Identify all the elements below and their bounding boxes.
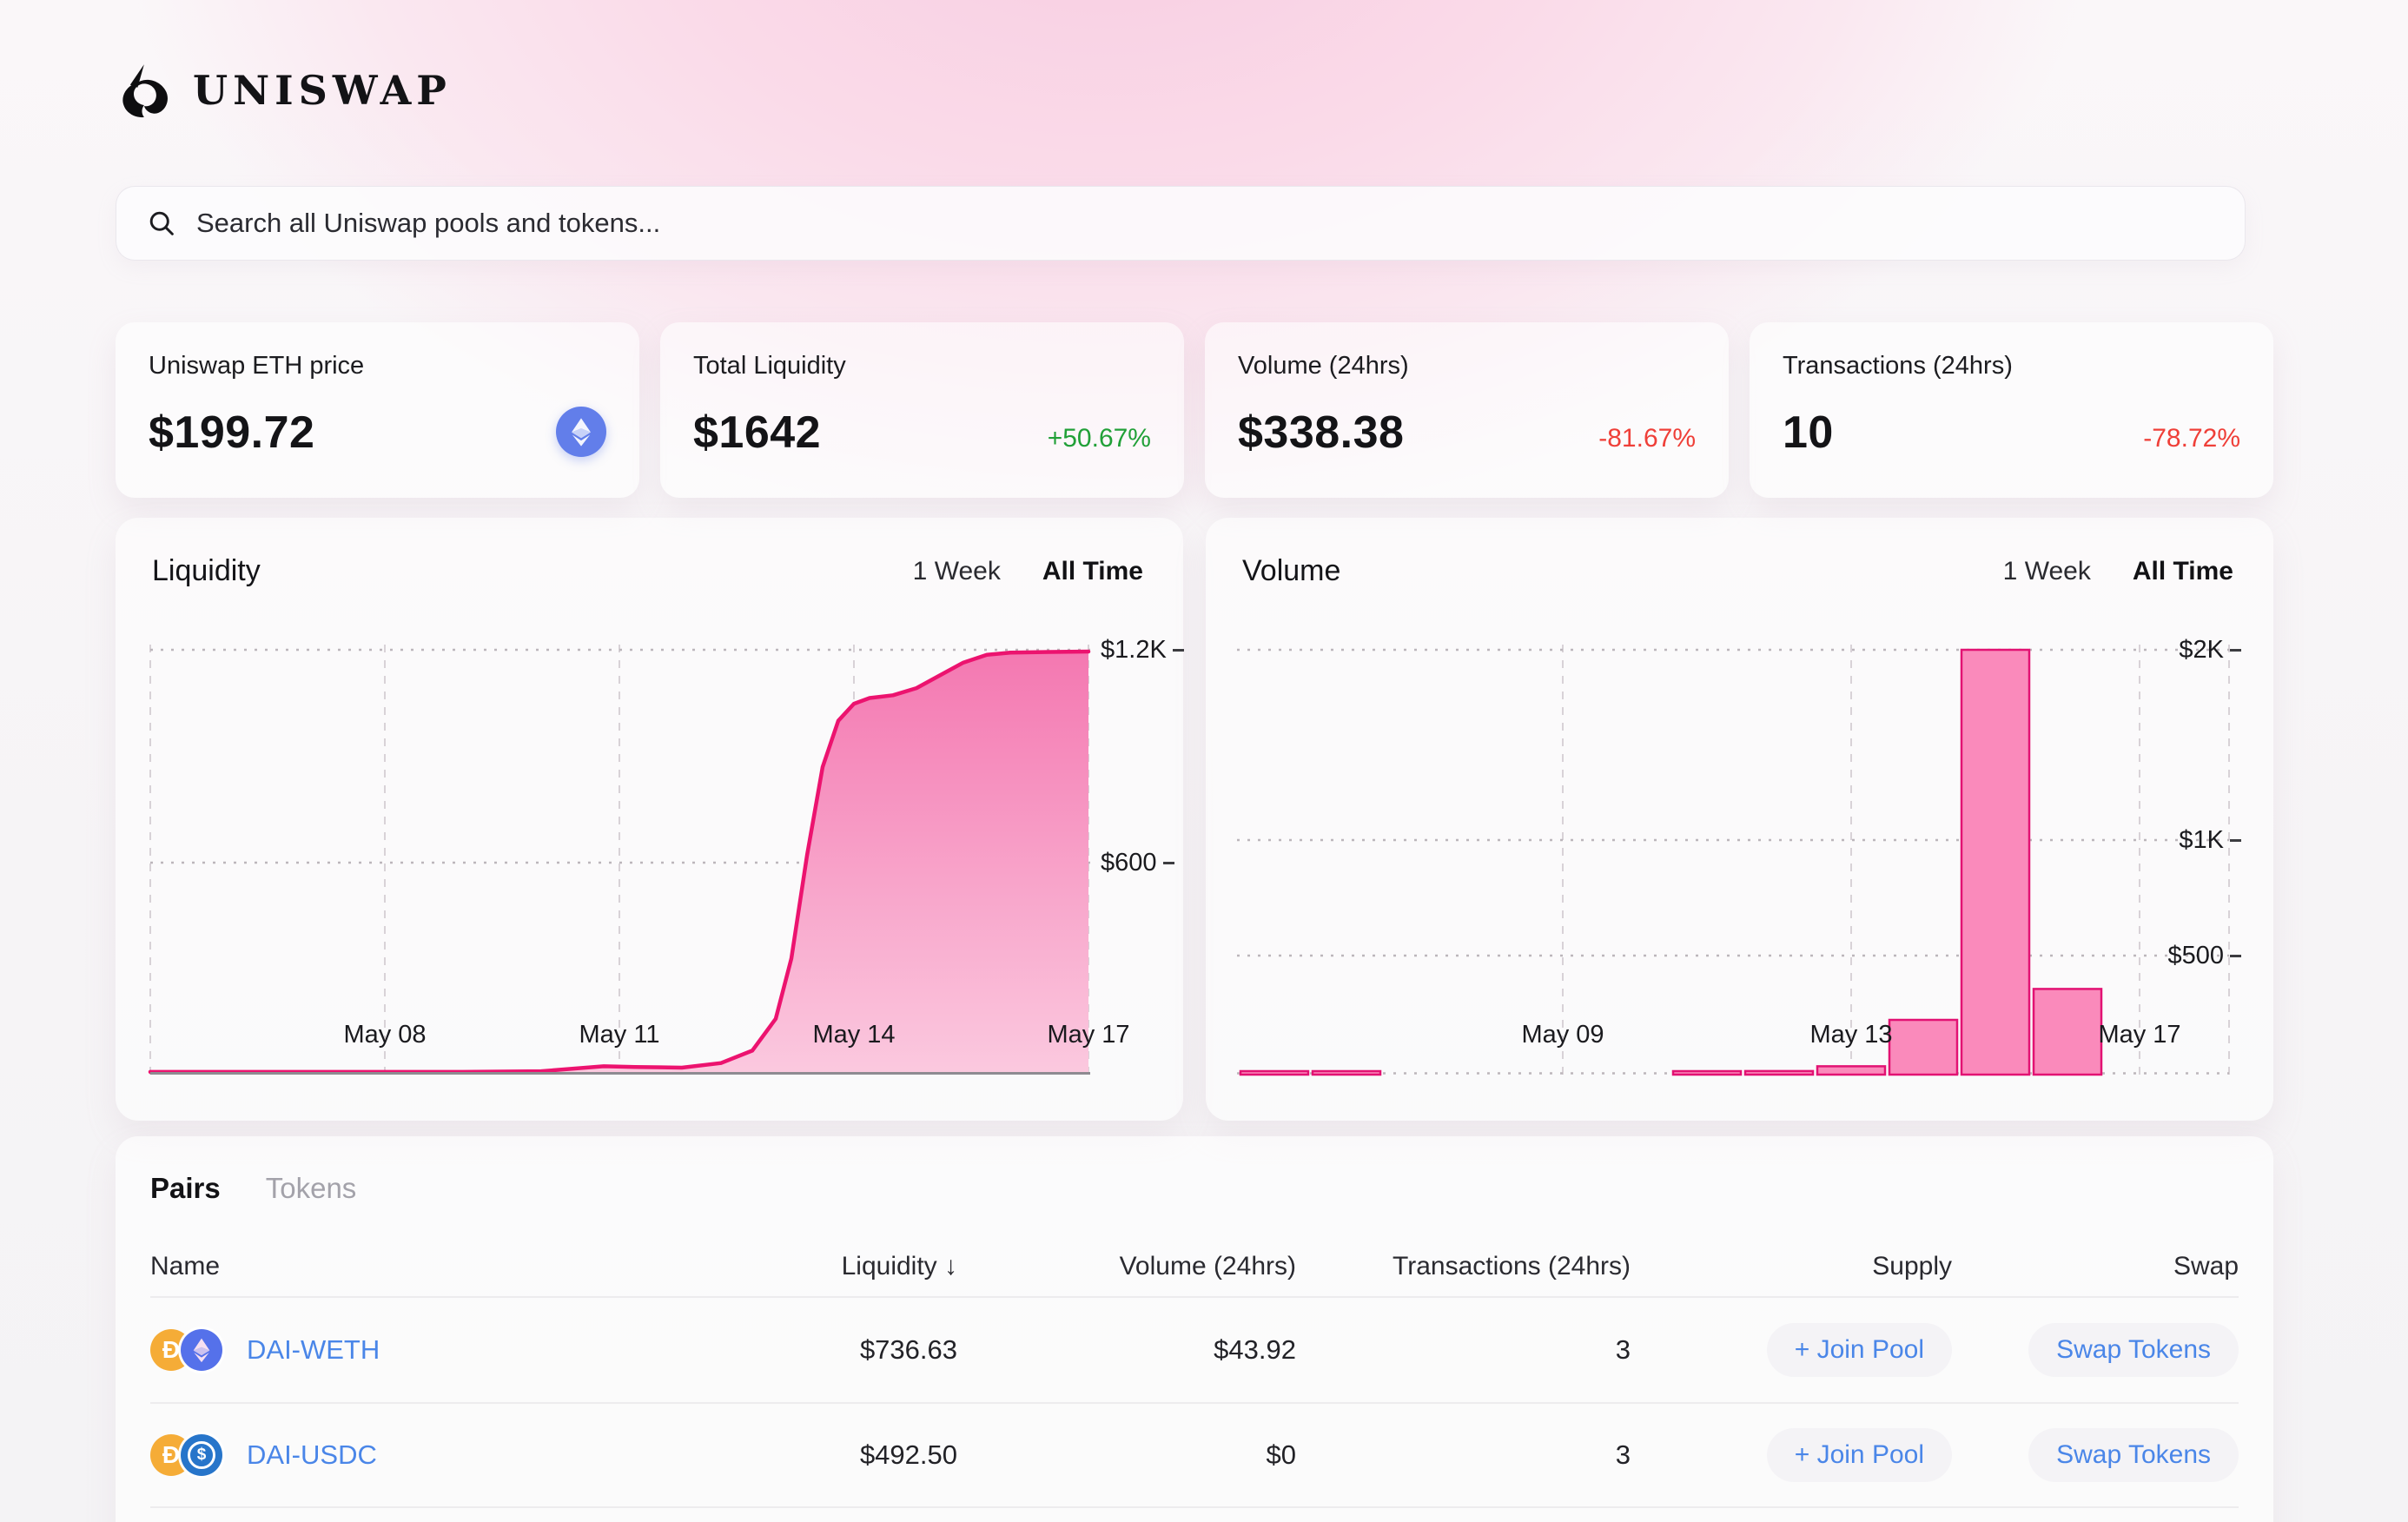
stat-value: $338.38 [1238, 407, 1404, 459]
stat-card-eth-price: Uniswap ETH price $199.72 [116, 322, 639, 498]
table-header-row: Name Liquidity ↓ Volume (24hrs) Transact… [150, 1249, 2239, 1284]
stat-label: Volume (24hrs) [1238, 352, 1696, 380]
stat-card-volume-24h: Volume (24hrs) $338.38 -81.67% [1205, 322, 1729, 498]
cell-transactions: 3 [1296, 1439, 1631, 1471]
table-row[interactable]: Đ $ DAI-USDC $492.50 $0 3 + Join Pool Sw… [150, 1402, 2239, 1508]
cell-liquidity: $736.63 [679, 1334, 957, 1366]
x-axis-label: May 08 [311, 1021, 459, 1049]
unicorn-eye [150, 89, 155, 93]
col-header-transactions[interactable]: Transactions (24hrs) [1296, 1252, 1631, 1281]
y-axis-label: $2K [2133, 632, 2241, 668]
x-axis-label: May 17 [2066, 1021, 2213, 1049]
liquidity-chart-card: Liquidity 1 Week All Time $1.2K $600 May 0… [116, 518, 1183, 1121]
volume-bar [1313, 1071, 1380, 1075]
search-input[interactable] [196, 208, 2215, 239]
usdc-icon: $ [181, 1434, 222, 1476]
volume-range-1week[interactable]: 1 Week [2003, 557, 2091, 586]
stat-value: 10 [1783, 407, 1834, 459]
volume-bar [1745, 1071, 1813, 1075]
col-header-supply: Supply [1631, 1252, 1952, 1281]
stat-value: $199.72 [149, 407, 314, 459]
pair-link[interactable]: DAI-WETH [247, 1334, 380, 1366]
col-header-name[interactable]: Name [150, 1252, 679, 1281]
swap-tokens-button[interactable]: Swap Tokens [2028, 1428, 2239, 1482]
tab-pairs[interactable]: Pairs [150, 1172, 221, 1205]
weth-icon [181, 1329, 222, 1371]
col-header-swap: Swap [1952, 1252, 2239, 1281]
cell-transactions: 3 [1296, 1334, 1631, 1366]
volume-range-alltime[interactable]: All Time [2133, 557, 2233, 586]
brand-name: UNISWAP [193, 67, 452, 114]
stat-change: -81.67% [1598, 424, 1696, 453]
volume-bar [1961, 650, 2029, 1075]
eth-icon [556, 407, 606, 457]
table-body: Đ DAI-WETH $736.63 $43.92 3 + J [150, 1296, 2239, 1508]
stat-label: Total Liquidity [693, 352, 1151, 380]
cell-liquidity: $492.50 [679, 1439, 957, 1471]
x-axis-label: May 17 [1015, 1021, 1162, 1049]
col-header-volume[interactable]: Volume (24hrs) [957, 1252, 1296, 1281]
join-pool-button[interactable]: + Join Pool [1767, 1428, 1952, 1482]
uniswap-analytics-page: UNISWAP Uniswap ETH price $199.72 [0, 0, 2408, 1522]
x-axis-label: May 09 [1489, 1021, 1637, 1049]
table-row[interactable]: Đ DAI-WETH $736.63 $43.92 3 + J [150, 1296, 2239, 1402]
stat-change: +50.67% [1048, 424, 1151, 453]
stat-card-total-liquidity: Total Liquidity $1642 +50.67% [660, 322, 1184, 498]
volume-chart-title: Volume [1242, 554, 1340, 588]
pair-token-icons: Đ $ [150, 1434, 222, 1476]
pair-token-icons: Đ [150, 1329, 222, 1371]
liquidity-range-alltime[interactable]: All Time [1042, 557, 1143, 586]
volume-bar [1817, 1066, 1885, 1075]
search-icon [146, 208, 177, 239]
stat-label: Uniswap ETH price [149, 352, 606, 380]
y-axis-label: $1K [2133, 822, 2241, 858]
cell-volume: $43.92 [957, 1334, 1296, 1366]
brand[interactable]: UNISWAP [118, 63, 452, 118]
cell-volume: $0 [957, 1439, 1296, 1471]
search-bar[interactable] [116, 186, 2246, 261]
stat-label: Transactions (24hrs) [1783, 352, 2240, 380]
x-axis-label: May 13 [1777, 1021, 1925, 1049]
liquidity-area-chart: $1.2K$600May 08May 11May 14May 17 [150, 645, 1090, 1075]
pair-link[interactable]: DAI-USDC [247, 1439, 377, 1471]
y-axis-label: $500 [2133, 937, 2241, 974]
y-axis-label: $1.2K [1101, 632, 1184, 668]
swap-tokens-button[interactable]: Swap Tokens [2028, 1323, 2239, 1377]
pairs-table-card: Pairs Tokens Name Liquidity ↓ Volume (24… [116, 1136, 2273, 1522]
stat-value: $1642 [693, 407, 821, 459]
x-axis-label: May 11 [546, 1021, 693, 1049]
volume-bar-chart: $2K$1K$500May 09May 13May 17 [1237, 645, 2229, 1075]
volume-bar [1673, 1071, 1741, 1075]
tab-tokens[interactable]: Tokens [266, 1172, 357, 1205]
liquidity-range-1week[interactable]: 1 Week [913, 557, 1001, 586]
volume-chart-card: Volume 1 Week All Time $2K $1K $500 May 09 M… [1206, 518, 2273, 1121]
stat-card-transactions-24h: Transactions (24hrs) 10 -78.72% [1750, 322, 2273, 498]
col-header-liquidity[interactable]: Liquidity ↓ [679, 1252, 957, 1281]
stat-cards-row: Uniswap ETH price $199.72 Total Liquidit… [116, 322, 2273, 498]
join-pool-button[interactable]: + Join Pool [1767, 1323, 1952, 1377]
uniswap-logo-icon [118, 63, 174, 118]
stat-change: -78.72% [2143, 424, 2240, 453]
x-axis-label: May 14 [780, 1021, 928, 1049]
volume-bar [1240, 1071, 1308, 1075]
y-axis-label: $600 [1101, 844, 1174, 881]
liquidity-chart-title: Liquidity [152, 554, 261, 588]
